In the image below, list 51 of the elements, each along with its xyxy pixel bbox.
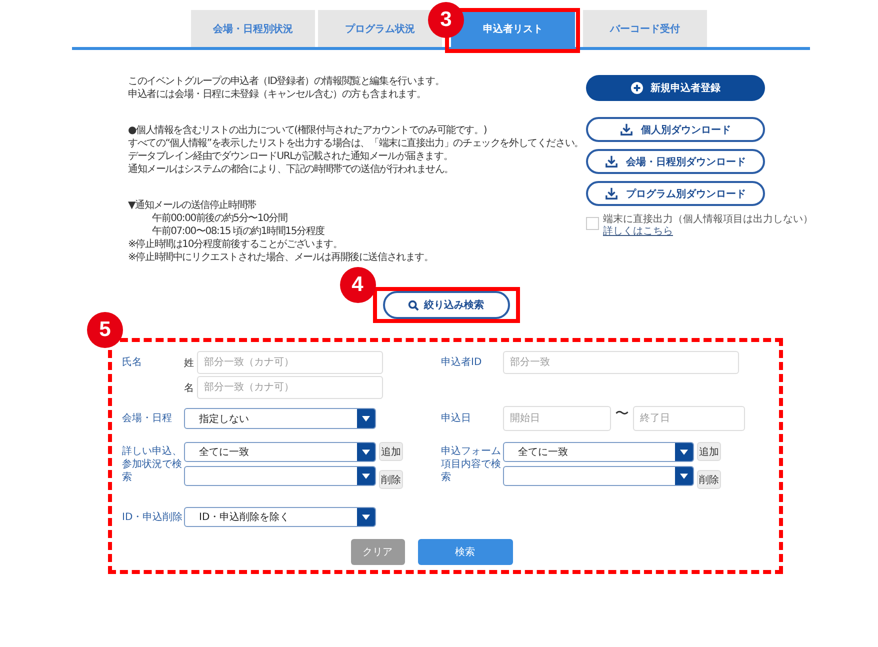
deletion-filter-select[interactable]: ID・申込削除を除く (184, 507, 376, 527)
field-label: 申込者ID (441, 356, 483, 369)
notice-text: すべての“個人情報”を表示したリストを出力する場合は、「端末に直接出力」のチェックを外してください。 (128, 137, 581, 150)
checkbox-label: 端末に直接出力（個人情報項目は出力しない） (603, 214, 813, 226)
start-date-input[interactable]: 開始日 (503, 406, 611, 431)
plus-circle-icon (630, 82, 642, 94)
end-date-input[interactable]: 終了日 (633, 406, 745, 431)
schedule-time: 午前00:00前後の約5分〜10分間 (151, 212, 288, 225)
add-button[interactable]: 追加 (379, 442, 403, 461)
field-label: 姓 (184, 356, 195, 370)
download-button[interactable]: 個人別ダウンロード (586, 117, 765, 142)
register-button[interactable]: 新規申込者登録 (586, 75, 765, 101)
download-icon (605, 155, 618, 168)
notice-heading: ●個人情報を含むリストの出力について(権限付与されたアカウントでのみ可能です。) (128, 124, 488, 137)
schedule-heading: ▼通知メールの送信停止時間帯 (128, 199, 257, 212)
search-icon (408, 300, 419, 310)
venue-date-select[interactable]: 指定しない (184, 408, 376, 429)
schedule-note: ※停止時間は10分程度前後することがございます。 (128, 238, 344, 251)
download-button[interactable]: プログラム別ダウンロード (586, 181, 765, 206)
match-select[interactable]: 全てに一致 (503, 442, 694, 462)
field-label: 申込日 (441, 412, 472, 425)
filter-search-button[interactable]: 絞り込み検索 (382, 291, 510, 319)
match-select[interactable]: 全てに一致 (184, 442, 376, 462)
field-label: ID・申込削除 (122, 510, 184, 524)
notice-text: データブレイン経由でダウンロードURLが記載された通知メールが届きます。 (128, 150, 454, 163)
schedule-note: ※停止時間中にリクエストされた場合、メールは再開後に送信されます。 (128, 251, 434, 264)
details-link[interactable]: 詳しくはこちら (603, 226, 673, 238)
condition-select[interactable] (503, 466, 694, 486)
callout-badge: 5 (87, 312, 123, 348)
add-button[interactable]: 追加 (697, 442, 721, 461)
delete-button[interactable]: 削除 (697, 470, 721, 489)
description-text: このイベントグループの申込者（ID登録者）の情報閲覧と編集を行います。 (128, 75, 446, 88)
field-label: 申込フォーム項目内容で検索 (441, 444, 502, 484)
field-label: 名 (184, 382, 195, 394)
callout-badge: 4 (340, 267, 376, 303)
range-separator: 〜 (615, 406, 629, 422)
notice-text: 通知メールはシステムの都合により、下記の時間帯での送信が行われません。 (128, 163, 455, 176)
condition-select[interactable] (184, 466, 376, 486)
checkbox[interactable] (586, 217, 599, 230)
download-icon (620, 123, 633, 136)
first-name-input[interactable]: 部分一致（カナ可） (197, 376, 383, 399)
schedule-time: 午前07:00〜08:15 頃の約1時間15分程度 (151, 225, 326, 238)
download-button[interactable]: 会場・日程別ダウンロード (586, 149, 765, 174)
description-text: 申込者には会場・日程に未登録（キャンセル含む）の方も含まれます。 (128, 88, 427, 101)
field-label: 会場・日程 (122, 412, 173, 425)
last-name-input[interactable]: 部分一致（カナ可） (197, 351, 383, 374)
applicant-id-input[interactable]: 部分一致 (503, 351, 739, 374)
delete-button[interactable]: 削除 (379, 470, 403, 489)
download-icon (605, 187, 618, 200)
field-label: 詳しい申込、参加状況で検索 (122, 444, 183, 484)
field-label: 氏名 (122, 356, 143, 369)
